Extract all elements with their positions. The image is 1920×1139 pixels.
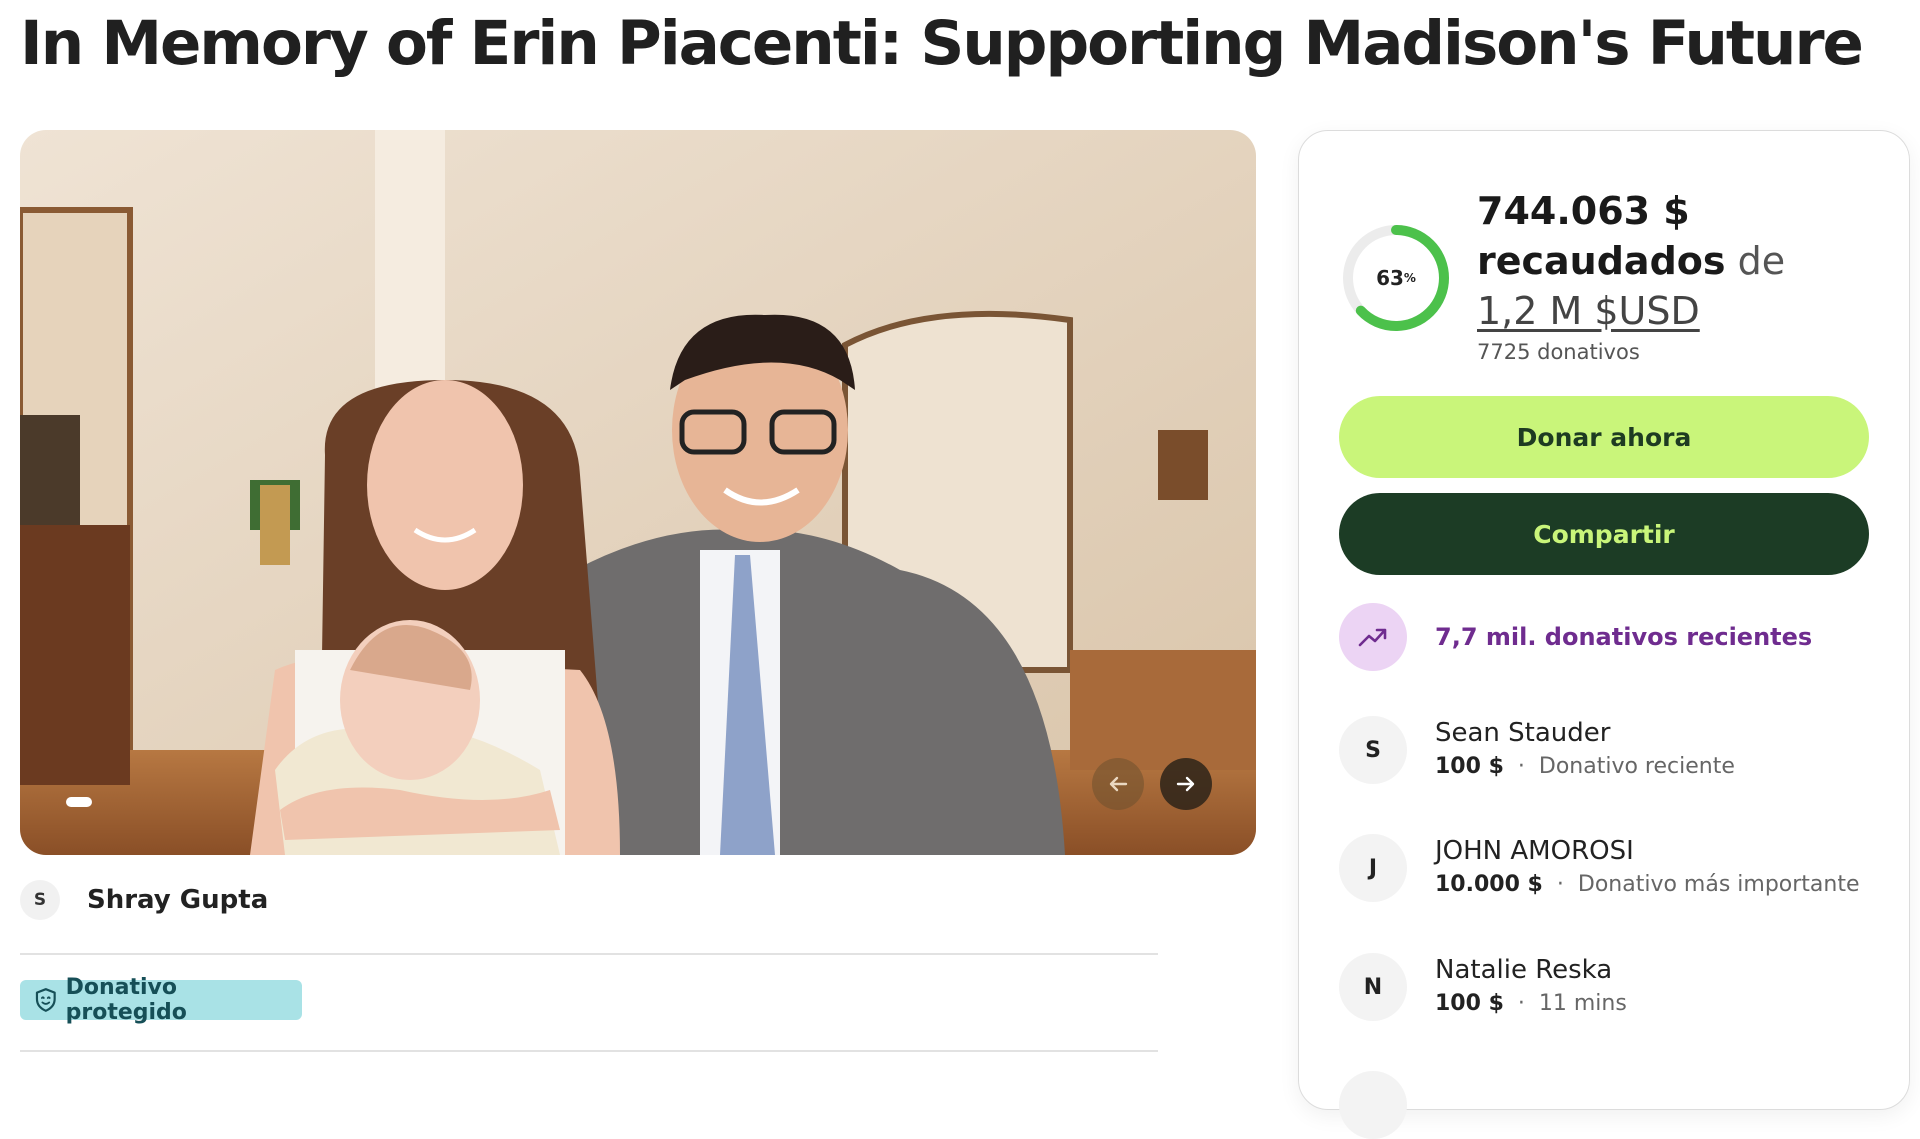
donor-meta: 100 $ · Donativo reciente: [1435, 750, 1735, 784]
donate-now-button[interactable]: Donar ahora: [1339, 396, 1869, 478]
donor-amount: 100 $: [1435, 754, 1504, 779]
carousel-indicator[interactable]: [66, 797, 92, 807]
amount-raised-block: 744.063 $ recaudados de 1,2 M $USD 7725 …: [1477, 186, 1897, 364]
donor-item: S Sean Stauder 100 $ · Donativo reciente: [1339, 716, 1735, 784]
progress-percent: 63%: [1339, 221, 1453, 335]
donor-meta: 10.000 $ · Donativo más importante: [1435, 868, 1860, 902]
donor-avatar-partial: [1339, 1071, 1407, 1139]
next-photo-button[interactable]: [1160, 758, 1212, 810]
donor-note: 11 mins: [1538, 991, 1627, 1016]
shield-icon: [35, 988, 56, 1012]
progress-percent-symbol: %: [1403, 271, 1416, 285]
divider: [20, 1050, 1158, 1052]
donor-avatar: J: [1339, 834, 1407, 902]
recent-donations-link[interactable]: 7,7 mil. donativos recientes: [1339, 603, 1812, 671]
donor-amount: 10.000 $: [1435, 872, 1543, 897]
page-title: In Memory of Erin Piacenti: Supporting M…: [20, 8, 1864, 79]
campaign-photo[interactable]: [20, 130, 1256, 855]
progress-percent-value: 63: [1376, 266, 1404, 290]
donor-avatar: S: [1339, 716, 1407, 784]
previous-photo-button[interactable]: [1092, 758, 1144, 810]
amount-raised: 744.063 $: [1477, 189, 1690, 233]
organizer[interactable]: S Shray Gupta: [20, 880, 268, 920]
trending-up-icon: [1339, 603, 1407, 671]
goal-amount[interactable]: 1,2 M $USD: [1477, 286, 1897, 336]
organizer-name[interactable]: Shray Gupta: [87, 885, 268, 915]
meta-separator: ·: [1517, 991, 1525, 1016]
donor-item: J JOHN AMOROSI 10.000 $ · Donativo más imp…: [1339, 834, 1860, 902]
family-photo-illustration: [20, 130, 1256, 855]
donation-card: 63% 744.063 $ recaudados de 1,2 M $USD 7…: [1298, 130, 1910, 1139]
donor-name: Sean Stauder: [1435, 718, 1611, 748]
meta-separator: ·: [1517, 754, 1525, 779]
donor-note: Donativo más importante: [1577, 872, 1860, 897]
share-button[interactable]: Compartir: [1339, 493, 1869, 575]
meta-separator: ·: [1556, 872, 1564, 897]
donor-item: N Natalie Reska 100 $ · 11 mins: [1339, 953, 1627, 1021]
donor-note: Donativo reciente: [1538, 754, 1735, 779]
of-word: de: [1737, 239, 1786, 283]
donation-count: 7725 donativos: [1477, 340, 1640, 364]
organizer-avatar: S: [20, 880, 60, 920]
donor-amount: 100 $: [1435, 991, 1504, 1016]
raised-word: recaudados: [1477, 239, 1726, 283]
raised-line: recaudados de: [1477, 236, 1897, 286]
divider: [20, 953, 1158, 955]
recent-donations-label[interactable]: 7,7 mil. donativos recientes: [1435, 623, 1812, 651]
donor-meta: 100 $ · 11 mins: [1435, 987, 1627, 1021]
protected-donation-badge[interactable]: Donativo protegido: [20, 975, 302, 1025]
donor-name: JOHN AMOROSI: [1435, 836, 1634, 866]
arrow-left-icon: [1109, 776, 1128, 792]
donor-avatar: N: [1339, 953, 1407, 1021]
protected-donation-label: Donativo protegido: [65, 975, 187, 1025]
donor-name: Natalie Reska: [1435, 955, 1613, 985]
arrow-right-icon: [1176, 776, 1195, 792]
